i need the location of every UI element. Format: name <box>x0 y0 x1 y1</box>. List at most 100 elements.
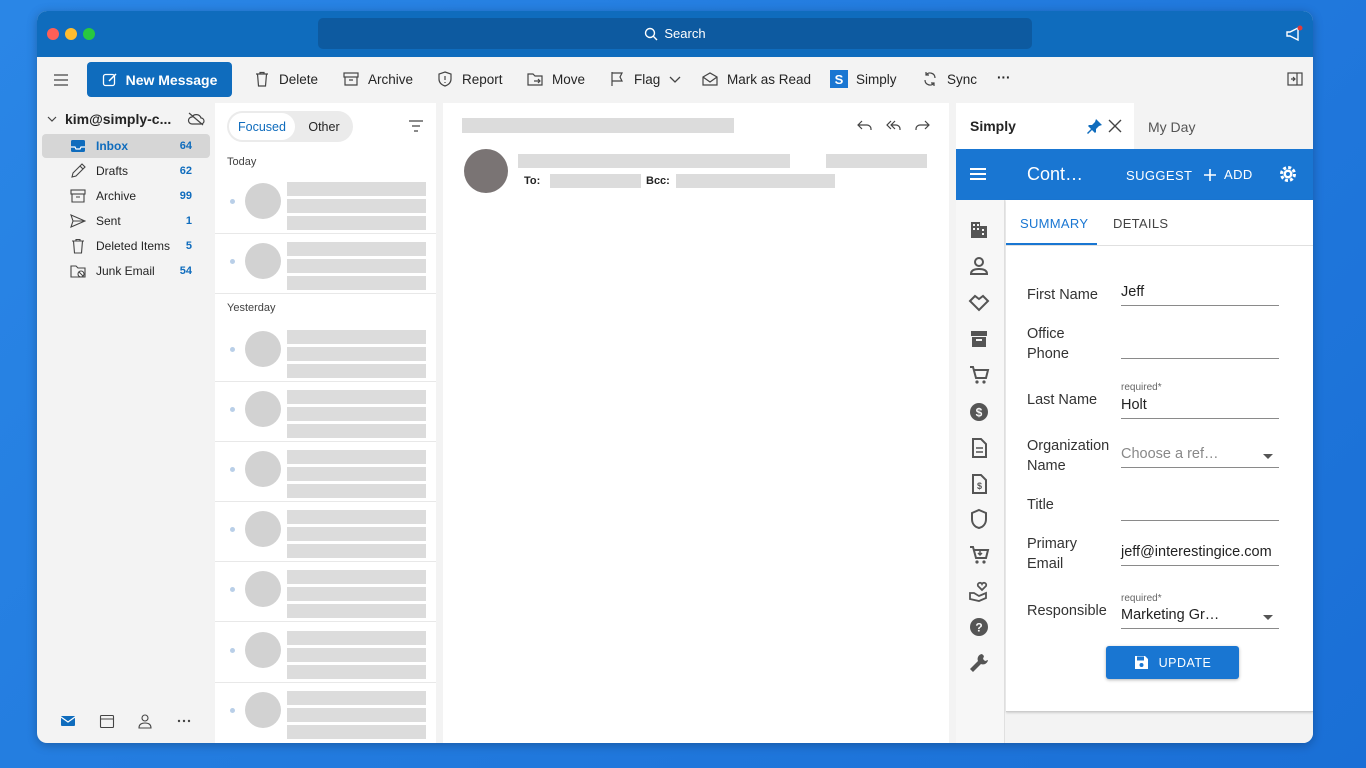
zoom-window-button[interactable] <box>83 28 95 40</box>
mark-as-read-button[interactable]: Mark as Read <box>701 70 811 88</box>
title-field[interactable] <box>1121 499 1279 521</box>
mail-icon[interactable] <box>60 713 76 729</box>
more-actions-button[interactable]: ··· <box>997 70 1011 85</box>
search-box[interactable]: Search <box>318 18 1032 49</box>
form-tabs: SUMMARY DETAILS <box>1006 200 1313 246</box>
tab-other[interactable]: Other <box>297 113 351 140</box>
office-phone-field[interactable] <box>1121 337 1279 359</box>
close-window-button[interactable] <box>47 28 59 40</box>
flag-dropdown-chevron-icon[interactable] <box>669 75 681 85</box>
flag-button[interactable]: Flag <box>608 70 660 88</box>
delete-button[interactable]: Delete <box>253 70 318 88</box>
text-placeholder <box>287 407 426 421</box>
handshake-icon[interactable] <box>968 291 990 313</box>
folder-junk-email[interactable]: Junk Email 54 <box>42 259 210 283</box>
simply-label: Simply <box>856 71 897 87</box>
reading-pane: To: Bcc: <box>443 103 949 743</box>
help-question-icon[interactable]: ? <box>968 616 990 638</box>
text-placeholder <box>287 527 426 541</box>
folder-inbox[interactable]: Inbox 64 <box>42 134 210 158</box>
more-actions-label: ··· <box>997 70 1011 85</box>
megaphone-icon[interactable] <box>1285 25 1303 43</box>
text-placeholder <box>287 604 426 618</box>
folder-drafts[interactable]: Drafts 62 <box>42 159 210 183</box>
contact-person-icon[interactable] <box>968 255 990 277</box>
message-row[interactable] <box>215 502 436 562</box>
shopping-cart-icon[interactable] <box>968 364 990 386</box>
tab-details[interactable]: DETAILS <box>1113 216 1168 231</box>
unread-count: 62 <box>179 165 192 177</box>
hand-heart-icon[interactable] <box>968 580 990 602</box>
archive-box-icon[interactable] <box>968 328 990 350</box>
pin-icon[interactable] <box>1087 118 1103 134</box>
folder-sent[interactable]: Sent 1 <box>42 209 210 233</box>
calendar-icon[interactable] <box>99 713 115 729</box>
first-name-label: First Name <box>1027 287 1098 303</box>
close-icon[interactable] <box>1108 119 1122 133</box>
purchase-cart-icon[interactable] <box>968 544 990 566</box>
bcc-placeholder <box>676 174 835 188</box>
document-icon[interactable] <box>968 437 990 459</box>
new-message-button[interactable]: New Message <box>87 62 232 97</box>
message-row[interactable] <box>215 382 436 442</box>
simply-button[interactable]: S Simply <box>830 70 897 88</box>
message-row[interactable] <box>215 442 436 502</box>
move-label: Move <box>552 71 586 87</box>
primary-email-label-line1: Primary <box>1027 536 1077 552</box>
inbox-icon <box>71 140 85 152</box>
text-placeholder <box>287 330 426 344</box>
unread-dot <box>230 587 235 592</box>
save-disk-icon <box>1134 656 1148 669</box>
message-row[interactable] <box>215 683 436 743</box>
folder-archive[interactable]: Archive 99 <box>42 184 210 208</box>
organization-name-select[interactable]: Choose a ref… <box>1121 446 1279 468</box>
tab-summary[interactable]: SUMMARY <box>1020 216 1088 231</box>
shield-icon[interactable] <box>968 508 990 530</box>
primary-email-field[interactable]: jeff@interestingice.com <box>1121 544 1279 566</box>
menu-icon[interactable] <box>969 166 987 182</box>
suggest-button[interactable]: SUGGEST <box>1126 168 1192 183</box>
hamburger-menu-icon[interactable] <box>53 72 69 88</box>
report-button[interactable]: Report <box>436 70 503 88</box>
collapse-pane-icon[interactable] <box>1287 72 1303 86</box>
sync-button[interactable]: Sync <box>921 70 977 88</box>
reply-all-icon[interactable] <box>885 117 902 134</box>
move-button[interactable]: Move <box>526 70 585 88</box>
message-row[interactable] <box>215 623 436 683</box>
forward-icon[interactable] <box>914 117 931 134</box>
people-icon[interactable] <box>137 713 153 729</box>
filter-icon[interactable] <box>408 119 424 133</box>
account-header[interactable]: kim@simply-c... <box>47 111 205 127</box>
svg-text:$: $ <box>977 481 982 491</box>
organization-building-icon[interactable] <box>968 218 990 240</box>
more-apps-icon[interactable] <box>176 713 192 729</box>
message-row[interactable] <box>215 234 436 294</box>
reply-icon[interactable] <box>856 117 873 134</box>
archive-button[interactable]: Archive <box>342 70 413 88</box>
wrench-icon[interactable] <box>968 652 990 674</box>
message-row[interactable] <box>215 174 436 234</box>
tab-my-day[interactable]: My Day <box>1148 119 1195 135</box>
responsible-select[interactable]: Marketing Gr… <box>1121 607 1279 629</box>
organization-name-label-line1: Organization <box>1027 438 1110 454</box>
add-button[interactable]: ADD <box>1204 167 1253 182</box>
first-name-field[interactable]: Jeff <box>1121 284 1279 306</box>
trash-icon <box>72 238 84 254</box>
cloud-offline-icon[interactable] <box>187 112 205 126</box>
unread-dot <box>230 648 235 653</box>
message-row[interactable] <box>215 562 436 622</box>
to-label: To: <box>524 175 541 187</box>
last-name-field[interactable]: Holt <box>1121 397 1279 419</box>
open-envelope-icon <box>702 72 718 86</box>
unread-count: 99 <box>179 190 192 202</box>
avatar-placeholder <box>245 243 281 279</box>
invoice-icon[interactable]: $ <box>968 473 990 495</box>
gear-icon[interactable] <box>1278 164 1298 184</box>
update-button[interactable]: UPDATE <box>1106 646 1239 679</box>
dollar-coin-icon[interactable]: $ <box>968 401 990 423</box>
office-phone-label-line1: Office <box>1027 326 1065 342</box>
message-row[interactable] <box>215 322 436 382</box>
minimize-window-button[interactable] <box>65 28 77 40</box>
tab-focused[interactable]: Focused <box>229 113 295 140</box>
folder-deleted-items[interactable]: Deleted Items 5 <box>42 234 210 258</box>
